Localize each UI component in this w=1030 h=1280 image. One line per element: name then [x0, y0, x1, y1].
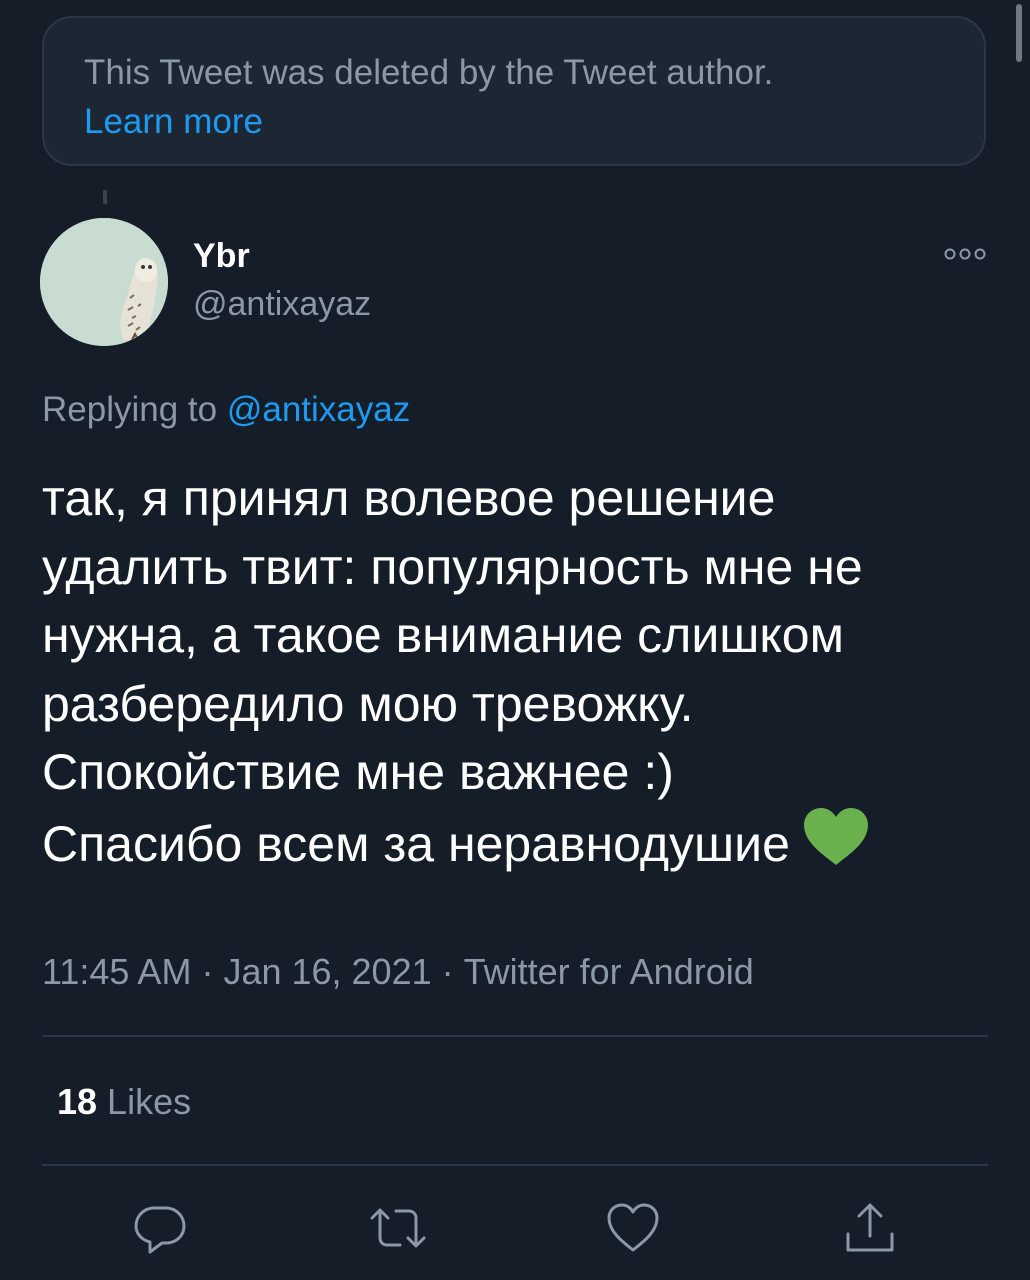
divider: [42, 1035, 988, 1037]
tweet-metadata: 11:45 AM · Jan 16, 2021 · Twitter for Androi…: [42, 948, 754, 996]
tweet-body: так, я принял волевое решение удалить тв…: [42, 464, 992, 884]
tweet-time: 11:45 AM: [42, 951, 192, 992]
reply-icon[interactable]: [132, 1200, 188, 1256]
meta-separator: ·: [441, 951, 454, 992]
tweet-date: Jan 16, 2021: [223, 951, 432, 992]
tweet-detail-screen: This Tweet was deleted by the Tweet auth…: [0, 0, 1030, 1280]
likes-count: 18: [57, 1081, 98, 1122]
divider: [42, 1164, 988, 1166]
share-icon[interactable]: [842, 1200, 898, 1256]
deleted-tweet-notice: This Tweet was deleted by the Tweet auth…: [42, 16, 986, 166]
meta-separator: ·: [201, 951, 214, 992]
likes-stat[interactable]: 18 Likes: [57, 1078, 191, 1126]
replying-to-label: Replying to: [42, 390, 218, 429]
deleted-notice-text: This Tweet was deleted by the Tweet auth…: [84, 53, 774, 92]
reply-mention-link[interactable]: @antixayaz: [227, 390, 410, 429]
owl-avatar-image: [40, 218, 168, 346]
tweet-line-last: Спасибо всем за неравнодушие: [42, 807, 992, 885]
tweet-line: так, я принял волевое решение: [42, 470, 776, 526]
replying-to: Replying to @antixayaz: [42, 386, 410, 434]
tweet-line-text: Спасибо всем за неравнодушие: [42, 815, 790, 872]
more-options-icon[interactable]: [940, 240, 990, 270]
author-display-name[interactable]: Ybr: [193, 232, 371, 280]
tweet-line: нужна, а такое внимание слишком: [42, 607, 844, 663]
tweet-line: разбередило мою тревожку.: [42, 675, 694, 732]
thread-connector-line: [103, 190, 107, 204]
tweet-source: Twitter for Android: [463, 951, 754, 992]
retweet-icon[interactable]: [368, 1200, 426, 1256]
green-heart-icon: [802, 807, 870, 885]
likes-label: Likes: [107, 1081, 192, 1122]
tweet-line: Спокойствие мне важнее :): [42, 744, 674, 800]
tweet-line: удалить твит: популярность мне не: [42, 538, 863, 595]
author-info[interactable]: Ybr @antixayaz: [193, 232, 371, 328]
avatar[interactable]: [40, 218, 168, 346]
learn-more-link[interactable]: Learn more: [84, 98, 944, 146]
author-handle[interactable]: @antixayaz: [193, 280, 371, 328]
like-icon[interactable]: [605, 1200, 661, 1256]
scrollbar[interactable]: [1016, 4, 1022, 62]
